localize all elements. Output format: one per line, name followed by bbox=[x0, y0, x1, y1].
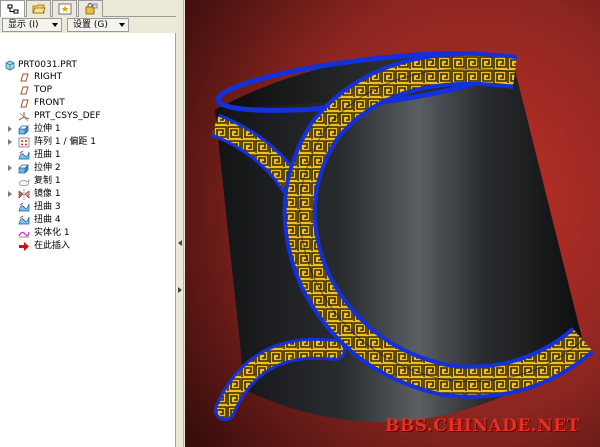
tab-connections[interactable] bbox=[78, 0, 103, 17]
model-render bbox=[185, 0, 600, 447]
part-icon bbox=[5, 60, 15, 71]
watermark-text: BBS.CHINADE.NET bbox=[385, 416, 580, 436]
tree-item-warp-4[interactable]: 扭曲 4 bbox=[0, 214, 176, 227]
tree-item-warp-1[interactable]: 扭曲 1 bbox=[0, 149, 176, 162]
tree-toolbar: 显示 (I) 设置 (G) bbox=[0, 17, 176, 33]
tree-item-label: 在此插入 bbox=[34, 241, 71, 251]
graphics-viewport[interactable]: BBS.CHINADE.NET bbox=[185, 0, 600, 447]
tree-item-label: 镜像 1 bbox=[34, 189, 61, 199]
tree-item-label: TOP bbox=[34, 85, 53, 95]
expand-arrow-icon[interactable] bbox=[7, 165, 13, 172]
tree-item-label: 实体化 1 bbox=[34, 228, 70, 238]
tree-item-extrude-1[interactable]: 拉伸 1 bbox=[0, 123, 176, 136]
tree-item-label: RIGHT bbox=[34, 72, 63, 82]
tab-favorites[interactable] bbox=[52, 0, 77, 17]
navigator-tabs bbox=[0, 0, 176, 18]
chevron-down-icon bbox=[119, 23, 125, 27]
copy-surface-icon bbox=[18, 178, 30, 186]
tree-item-extrude-2[interactable]: 拉伸 2 bbox=[0, 162, 176, 175]
tree-item-label: PRT_CSYS_DEF bbox=[34, 111, 101, 121]
extrude-icon bbox=[18, 125, 29, 135]
tab-folder-browser[interactable] bbox=[26, 0, 51, 17]
tree-item-label: 扭曲 1 bbox=[34, 150, 61, 160]
tree-item-label: 扭曲 3 bbox=[34, 202, 61, 212]
tree-item-label: 拉伸 1 bbox=[34, 124, 61, 134]
expand-arrow-icon[interactable] bbox=[7, 139, 13, 146]
tree-item-label: 复制 1 bbox=[34, 176, 61, 186]
settings-menu-label: 设置 (G) bbox=[73, 20, 108, 30]
tree-item-copy-1[interactable]: 复制 1 bbox=[0, 175, 176, 188]
chevron-down-icon bbox=[52, 23, 58, 27]
pattern-icon bbox=[18, 137, 30, 148]
tree-item-right[interactable]: RIGHT bbox=[0, 71, 176, 84]
model-tree-icon bbox=[7, 4, 18, 14]
tree-item-mirror-1[interactable]: 镜像 1 bbox=[0, 188, 176, 201]
extrude-icon bbox=[18, 164, 29, 174]
datum-plane-icon bbox=[20, 99, 29, 108]
tree-item-front[interactable]: FRONT bbox=[0, 97, 176, 110]
tree-item-label: 拉伸 2 bbox=[34, 163, 61, 173]
tab-model-tree[interactable] bbox=[0, 0, 25, 18]
tree-item-label: 阵列 1 / 偏距 1 bbox=[34, 137, 96, 147]
tree-root-label: PRT0031.PRT bbox=[18, 60, 77, 70]
folder-icon bbox=[31, 4, 46, 14]
connections-icon bbox=[85, 3, 97, 15]
insert-here-arrow-icon bbox=[19, 242, 29, 251]
datum-plane-icon bbox=[20, 73, 29, 82]
solidify-icon bbox=[18, 231, 30, 238]
model-tree-panel: 显示 (I) 设置 (G) PRT0031.PRT RIGHT TOP FRON… bbox=[0, 0, 176, 447]
tree-item-csys[interactable]: PRT_CSYS_DEF bbox=[0, 110, 176, 123]
warp-icon bbox=[18, 202, 30, 212]
panel-splitter[interactable] bbox=[176, 0, 184, 447]
warp-icon bbox=[18, 215, 30, 225]
tree-item-insert-here[interactable]: 在此插入 bbox=[0, 240, 176, 253]
settings-menu-button[interactable]: 设置 (G) bbox=[67, 18, 129, 32]
tree-item-pattern-1[interactable]: 阵列 1 / 偏距 1 bbox=[0, 136, 176, 149]
tree-item-warp-3[interactable]: 扭曲 3 bbox=[0, 201, 176, 214]
collapse-left-arrow-icon[interactable] bbox=[178, 240, 182, 246]
coordinate-system-icon bbox=[18, 112, 30, 122]
show-menu-label: 显示 (I) bbox=[8, 20, 39, 30]
expand-arrow-icon[interactable] bbox=[7, 126, 13, 133]
tree-item-label: 扭曲 4 bbox=[34, 215, 61, 225]
mirror-icon bbox=[18, 189, 30, 200]
tree-item-top[interactable]: TOP bbox=[0, 84, 176, 97]
favorites-star-icon bbox=[58, 3, 71, 15]
tree-item-label: FRONT bbox=[34, 98, 65, 108]
show-menu-button[interactable]: 显示 (I) bbox=[2, 18, 62, 32]
expand-right-arrow-icon[interactable] bbox=[178, 287, 182, 293]
expand-arrow-icon[interactable] bbox=[7, 191, 13, 198]
tree-item-solidify-1[interactable]: 实体化 1 bbox=[0, 227, 176, 240]
warp-icon bbox=[18, 150, 30, 160]
datum-plane-icon bbox=[20, 86, 29, 95]
